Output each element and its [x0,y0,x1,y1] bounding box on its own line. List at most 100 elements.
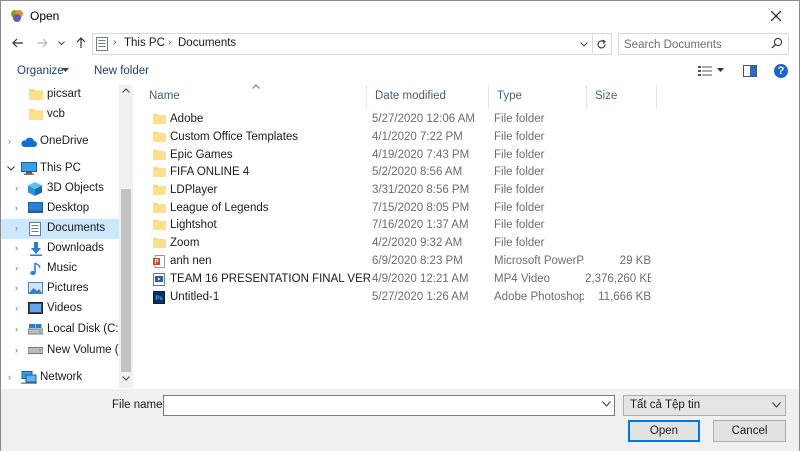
nav-item-videos[interactable]: › Videos [1,299,119,319]
file-row[interactable]: LDPlayer 3/31/2020 8:56 PM File folder [149,182,669,199]
breadcrumb-documents[interactable]: Documents [178,37,236,49]
nav-item-music[interactable]: › Music [1,259,119,279]
desktop-icon [28,202,43,213]
videos-icon [28,302,43,314]
file-name-input[interactable] [168,398,588,413]
powerpoint-icon: P [153,255,165,268]
file-row[interactable]: FIFA ONLINE 4 5/2/2020 8:56 AM File fold… [149,164,669,181]
nav-item-onedrive[interactable]: › OneDrive [1,132,119,152]
chevron-down-icon[interactable] [602,401,611,407]
chevron-right-icon[interactable]: › [15,263,18,273]
chevron-right-icon[interactable]: › [15,183,18,193]
up-button[interactable] [72,34,90,52]
scroll-up-icon[interactable] [122,88,130,93]
file-name: Epic Games [170,149,233,161]
nav-item-new-volume-d[interactable]: › New Volume (D:) [1,341,133,361]
nav-item-local-disk-c[interactable]: › Local Disk (C:) [1,320,122,340]
file-row[interactable]: Lightshot 7/16/2020 1:37 AM File folder [149,217,669,234]
organize-button[interactable]: Organize [17,65,64,77]
help-icon[interactable]: ? [774,64,788,78]
scroll-down-icon[interactable] [122,376,130,381]
back-button[interactable] [9,34,27,52]
nav-item-vcb[interactable]: vcb [1,105,119,125]
file-name: TEAM 16 PRESENTATION FINAL VERSION [170,273,370,285]
nav-item-3d-objects[interactable]: › 3D Objects [1,179,119,199]
chevron-right-icon[interactable]: › [15,243,18,253]
file-row[interactable]: Custom Office Templates 4/1/2020 7:22 PM… [149,129,669,146]
file-type: File folder [494,149,545,161]
caret-down-icon [62,68,69,72]
file-type: Microsoft PowerP... [494,255,584,267]
recent-locations-button[interactable] [55,34,67,52]
caret-down-icon[interactable] [717,68,724,72]
chevron-down-icon[interactable] [7,166,15,171]
address-history-button[interactable] [577,36,591,52]
column-header-type[interactable]: Type [489,85,587,109]
cancel-button[interactable]: Cancel [713,420,786,442]
file-type: File folder [494,237,545,249]
folder-icon [153,184,166,195]
nav-item-downloads[interactable]: › Downloads [1,239,119,259]
chevron-right-icon[interactable]: › [8,136,11,146]
window-title: Open [30,9,60,23]
disk-icon [28,324,43,335]
bottom-panel: File name: Tất cả Tệp tin Open Cancel [1,389,799,451]
view-options-icon[interactable] [698,65,712,77]
cloud-icon [21,137,37,147]
file-name-combo[interactable] [163,395,615,416]
chevron-right-icon[interactable]: › [15,324,18,334]
chevron-right-icon[interactable]: › [15,283,18,293]
open-button[interactable]: Open [628,420,700,442]
file-date: 4/1/2020 7:22 PM [372,131,463,143]
nav-scrollbar[interactable] [119,85,133,388]
file-row[interactable]: P anh nen 6/9/2020 8:23 PM Microsoft Pow… [149,253,669,270]
nav-item-picsart[interactable]: picsart [1,85,119,105]
search-box[interactable] [618,33,789,55]
file-name: Untitled-1 [170,291,220,303]
breadcrumb-separator: › [113,37,117,48]
file-row[interactable]: League of Legends 7/15/2020 8:05 PM File… [149,200,669,217]
file-row[interactable]: Ps Untitled-1 5/27/2020 1:26 AM Adobe Ph… [149,289,669,306]
chevron-down-icon [772,402,781,408]
file-name: Custom Office Templates [170,131,299,143]
column-header-name[interactable]: Name [141,84,367,109]
open-dialog: Open › This PC › Documents Search Docume… [0,0,800,451]
file-row[interactable]: Zoom 4/2/2020 9:32 AM File folder [149,235,669,252]
file-size: 11,666 KB [598,291,651,303]
chevron-right-icon[interactable]: › [15,203,18,213]
file-name-label: File name: [112,399,166,411]
nav-item-desktop[interactable]: › Desktop [1,199,119,219]
nav-item-network[interactable]: › Network [1,368,119,388]
close-button[interactable] [753,1,799,31]
preview-pane-icon[interactable] [743,65,757,77]
file-type-select[interactable]: Tất cả Tệp tin [623,395,786,416]
address-row: › This PC › Documents [1,31,799,57]
breadcrumb-this-pc[interactable]: This PC [124,37,165,49]
chevron-right-icon[interactable]: › [8,372,11,382]
search-input[interactable] [624,37,764,52]
nav-item-documents[interactable]: › Documents [1,219,119,239]
chevron-right-icon[interactable]: › [15,223,18,233]
folder-icon [29,89,43,100]
folder-icon [153,113,166,124]
column-header-size[interactable]: Size [587,85,657,109]
file-type: File folder [494,166,545,178]
chevron-right-icon[interactable]: › [15,303,18,313]
nav-item-pictures[interactable]: › Pictures [1,279,119,299]
new-folder-button[interactable]: New folder [94,65,149,77]
folder-icon [153,166,166,177]
pictures-icon [28,282,43,294]
file-row[interactable]: Adobe 5/27/2020 12:06 AM File folder [149,111,669,128]
column-header-date[interactable]: Date modified [367,85,489,109]
nav-item-this-pc[interactable]: This PC [1,159,119,179]
address-bar[interactable]: › This PC › Documents [92,33,612,55]
refresh-button[interactable] [592,35,610,53]
file-row[interactable]: Epic Games 4/19/2020 7:43 PM File folder [149,147,669,164]
folder-icon [153,202,166,213]
nav-scrollbar-thumb[interactable] [121,189,131,372]
chevron-right-icon[interactable]: › [15,345,18,355]
forward-button[interactable] [33,34,51,52]
file-name: anh nen [170,255,212,267]
file-row[interactable]: TEAM 16 PRESENTATION FINAL VERSION 4/9/2… [149,271,669,288]
file-date: 7/15/2020 8:05 PM [372,202,470,214]
